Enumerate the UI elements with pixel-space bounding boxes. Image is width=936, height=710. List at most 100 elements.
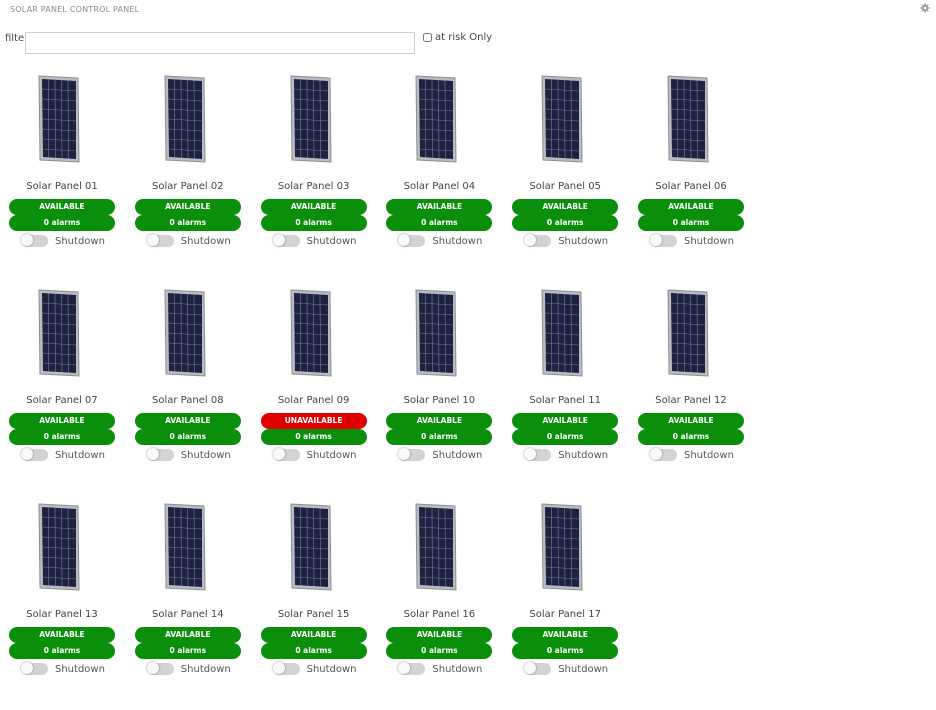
- status-badge[interactable]: AVAILABLE: [9, 199, 115, 215]
- solar-panel-image: [164, 503, 206, 591]
- shutdown-control: Shutdown: [21, 662, 105, 675]
- shutdown-toggle[interactable]: [398, 448, 426, 461]
- shutdown-control: Shutdown: [146, 448, 231, 461]
- shutdown-label: Shutdown: [306, 449, 357, 461]
- panel-name: Solar Panel 12: [655, 395, 727, 406]
- shutdown-toggle[interactable]: [398, 234, 426, 247]
- status-badge[interactable]: AVAILABLE: [134, 413, 241, 429]
- shutdown-toggle[interactable]: [398, 662, 426, 675]
- status-badge[interactable]: AVAILABLE: [512, 413, 619, 429]
- alarms-badge[interactable]: 0 alarms: [386, 215, 493, 231]
- panel-name: Solar Panel 11: [529, 395, 601, 406]
- alarms-badge[interactable]: 0 alarms: [638, 429, 744, 445]
- status-badge[interactable]: AVAILABLE: [260, 627, 367, 643]
- shutdown-control: Shutdown: [146, 234, 231, 247]
- toggle-knob: [21, 234, 33, 246]
- shutdown-toggle[interactable]: [272, 662, 300, 675]
- status-badge[interactable]: AVAILABLE: [260, 199, 367, 215]
- alarms-badge[interactable]: 0 alarms: [386, 429, 493, 445]
- toggle-knob: [272, 234, 285, 246]
- shutdown-label: Shutdown: [432, 449, 483, 461]
- alarms-badge[interactable]: 0 alarms: [9, 215, 115, 231]
- status-badge[interactable]: AVAILABLE: [9, 413, 115, 429]
- shutdown-label: Shutdown: [55, 449, 105, 461]
- shutdown-toggle[interactable]: [21, 448, 48, 461]
- status-badge[interactable]: AVAILABLE: [9, 627, 115, 643]
- shutdown-toggle[interactable]: [146, 662, 174, 675]
- panel-card: Solar Panel 01 AVAILABLE 0 alarms Shutdown: [8, 74, 116, 264]
- panel-card: Solar Panel 07 AVAILABLE 0 alarms Shutdown: [8, 288, 116, 478]
- solar-panel-image: [164, 289, 206, 377]
- panel-name: Solar Panel 14: [152, 609, 224, 620]
- at-risk-only-checkbox[interactable]: [423, 33, 432, 42]
- alarms-badge[interactable]: 0 alarms: [512, 429, 619, 445]
- status-badge[interactable]: UNAVAILABLE: [260, 413, 367, 429]
- alarms-badge[interactable]: 0 alarms: [512, 643, 619, 659]
- shutdown-toggle[interactable]: [272, 448, 300, 461]
- toggle-knob: [398, 448, 411, 460]
- shutdown-toggle[interactable]: [21, 234, 48, 247]
- alarms-badge[interactable]: 0 alarms: [260, 429, 367, 445]
- shutdown-toggle[interactable]: [650, 448, 677, 461]
- shutdown-control: Shutdown: [524, 662, 608, 675]
- shutdown-toggle[interactable]: [524, 234, 552, 247]
- alarms-badge[interactable]: 0 alarms: [9, 429, 115, 445]
- status-badge[interactable]: AVAILABLE: [638, 199, 744, 215]
- panel-card: Solar Panel 05 AVAILABLE 0 alarms Shutdown: [511, 74, 619, 264]
- shutdown-toggle[interactable]: [146, 234, 174, 247]
- shutdown-control: Shutdown: [398, 662, 483, 675]
- shutdown-control: Shutdown: [272, 662, 357, 675]
- shutdown-label: Shutdown: [432, 663, 483, 675]
- solar-panel-image: [38, 289, 80, 377]
- status-badge[interactable]: AVAILABLE: [134, 199, 241, 215]
- alarms-badge[interactable]: 0 alarms: [134, 643, 241, 659]
- toggle-knob: [650, 234, 662, 246]
- alarms-badge[interactable]: 0 alarms: [386, 643, 493, 659]
- gear-icon[interactable]: [920, 3, 930, 13]
- status-badge[interactable]: AVAILABLE: [386, 413, 493, 429]
- panel-name: Solar Panel 08: [152, 395, 224, 406]
- panel-card: Solar Panel 09 UNAVAILABLE 0 alarms Shutdow…: [260, 288, 368, 478]
- status-badge[interactable]: AVAILABLE: [386, 627, 493, 643]
- alarms-badge[interactable]: 0 alarms: [260, 643, 367, 659]
- shutdown-control: Shutdown: [272, 234, 357, 247]
- alarms-badge[interactable]: 0 alarms: [134, 429, 241, 445]
- alarms-badge[interactable]: 0 alarms: [512, 215, 619, 231]
- status-badge[interactable]: AVAILABLE: [512, 199, 619, 215]
- shutdown-label: Shutdown: [180, 235, 231, 247]
- status-badge[interactable]: AVAILABLE: [386, 199, 493, 215]
- panel-card: Solar Panel 15 AVAILABLE 0 alarms Shutdown: [260, 502, 368, 692]
- shutdown-label: Shutdown: [180, 663, 231, 675]
- solar-panel-image: [541, 75, 583, 163]
- at-risk-only-label: at risk Only: [435, 32, 493, 43]
- status-badge[interactable]: AVAILABLE: [638, 413, 744, 429]
- at-risk-only-option[interactable]: at risk Only: [423, 32, 492, 43]
- status-badge[interactable]: AVAILABLE: [512, 627, 619, 643]
- shutdown-toggle[interactable]: [272, 234, 300, 247]
- solar-panel-image: [290, 289, 332, 377]
- filter-input[interactable]: [25, 32, 415, 54]
- shutdown-label: Shutdown: [684, 235, 734, 247]
- panel-card: Solar Panel 08 AVAILABLE 0 alarms Shutdown: [134, 288, 242, 478]
- solar-panel-image: [667, 75, 709, 163]
- alarms-badge[interactable]: 0 alarms: [9, 643, 115, 659]
- shutdown-toggle[interactable]: [21, 662, 48, 675]
- shutdown-label: Shutdown: [306, 663, 357, 675]
- panel-card: Solar Panel 03 AVAILABLE 0 alarms Shutdown: [260, 74, 368, 264]
- shutdown-toggle[interactable]: [650, 234, 677, 247]
- status-badge[interactable]: AVAILABLE: [134, 627, 241, 643]
- shutdown-control: Shutdown: [650, 234, 734, 247]
- alarms-badge[interactable]: 0 alarms: [638, 215, 744, 231]
- panel-card: Solar Panel 11 AVAILABLE 0 alarms Shutdown: [511, 288, 619, 478]
- solar-panel-image: [415, 75, 457, 163]
- panel-card: Solar Panel 17 AVAILABLE 0 alarms Shutdown: [511, 502, 619, 692]
- shutdown-toggle[interactable]: [524, 448, 552, 461]
- shutdown-label: Shutdown: [55, 235, 105, 247]
- panel-card: Solar Panel 14 AVAILABLE 0 alarms Shutdown: [134, 502, 242, 692]
- shutdown-label: Shutdown: [558, 235, 609, 247]
- shutdown-toggle[interactable]: [524, 662, 552, 675]
- alarms-badge[interactable]: 0 alarms: [260, 215, 367, 231]
- alarms-badge[interactable]: 0 alarms: [134, 215, 241, 231]
- filter-row: filter at risk Only: [0, 30, 936, 56]
- shutdown-toggle[interactable]: [146, 448, 174, 461]
